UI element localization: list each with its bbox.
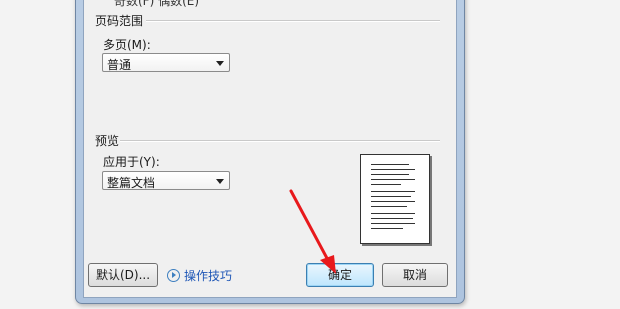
annotation-arrow-icon <box>289 189 336 274</box>
